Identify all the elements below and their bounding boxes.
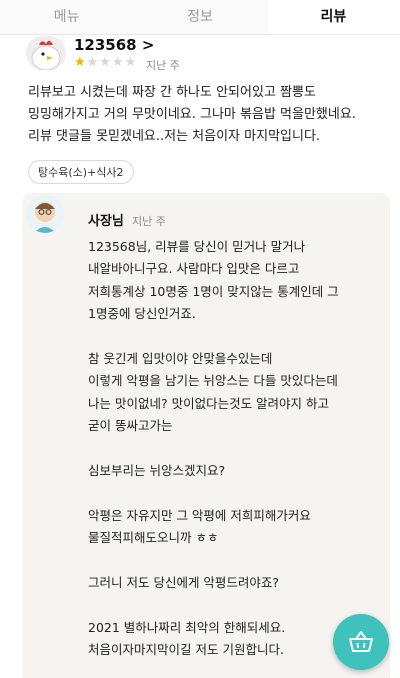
tab-bar: 메뉴 정보 리뷰 bbox=[0, 0, 400, 35]
owner-avatar bbox=[26, 195, 64, 233]
tab-menu[interactable]: 메뉴 bbox=[0, 0, 134, 34]
ordered-menu-tag: 탕수육(소)+식사2 bbox=[28, 160, 134, 184]
owner-reply-body: 123568님, 리뷰를 당신이 믿거나 말거나 내알바아니구요. 사람마다 입… bbox=[88, 239, 339, 658]
tab-info[interactable]: 정보 bbox=[133, 0, 267, 34]
reviewer-avatar[interactable] bbox=[26, 36, 66, 70]
owner-name: 사장님 bbox=[88, 214, 124, 229]
review-time: 지난 주 bbox=[146, 59, 180, 72]
star-icon-empty: ★★★★ bbox=[86, 55, 138, 70]
chicken-avatar-icon bbox=[26, 36, 66, 70]
reviewer-name-link[interactable]: 123568 > bbox=[74, 36, 154, 54]
chef-avatar-icon bbox=[26, 195, 64, 233]
rating-stars: ★★★★★ bbox=[74, 55, 137, 70]
star-icon-filled: ★ bbox=[74, 55, 87, 70]
shopping-basket-icon bbox=[349, 631, 373, 652]
owner-reply-time: 지난 주 bbox=[132, 215, 166, 228]
review-body: 리뷰보고 시켰는데 짜장 간 하나도 안되어있고 짬뽕도 밍밍해가지고 거의 무… bbox=[28, 85, 356, 144]
cart-button[interactable] bbox=[333, 614, 389, 670]
tab-reviews[interactable]: 리뷰 bbox=[266, 0, 400, 34]
